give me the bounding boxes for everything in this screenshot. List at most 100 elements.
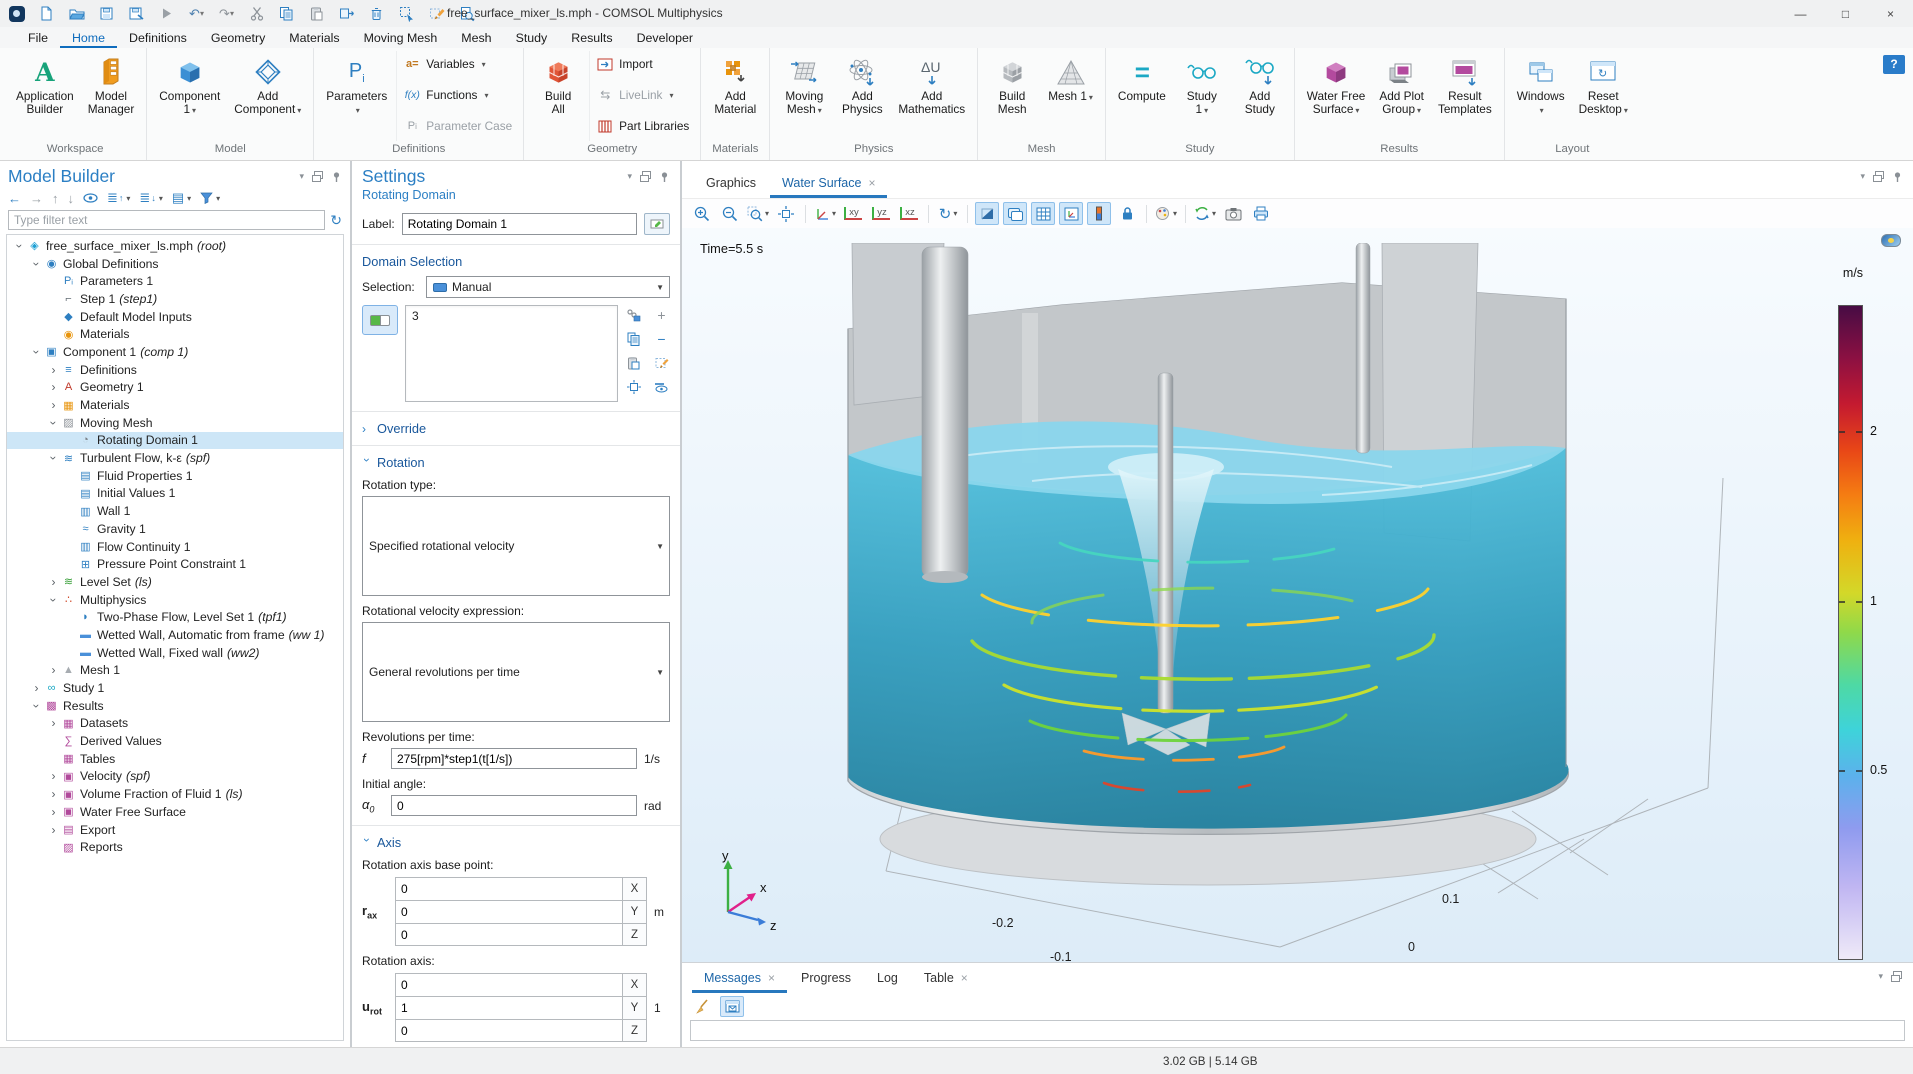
clear-messages-button[interactable] <box>690 996 714 1017</box>
view-thumbnail-icon[interactable] <box>1881 234 1901 247</box>
float-panel-icon[interactable] <box>1872 170 1885 183</box>
tree-item-pressure-point-constraint-1[interactable]: ⊞Pressure Point Constraint 1 <box>7 555 343 573</box>
view-xy-button[interactable]: xy <box>841 202 865 225</box>
save-to-model-manager-button[interactable] <box>128 5 145 22</box>
expand-icon[interactable]: › <box>47 787 60 801</box>
minimize-button[interactable]: — <box>1778 0 1823 27</box>
collapse-icon[interactable]: › <box>47 593 61 606</box>
menu-moving-mesh[interactable]: Moving Mesh <box>352 29 450 48</box>
zoom-box-button[interactable]: ▾ <box>746 202 770 225</box>
show-toggle-button[interactable] <box>83 193 98 203</box>
close-tab-icon[interactable]: × <box>961 971 968 985</box>
section-override[interactable]: ›Override <box>362 421 670 436</box>
node-text-button[interactable]: ▤▾ <box>172 190 191 206</box>
delete-button[interactable] <box>368 5 385 22</box>
tree-item-water-free-surface[interactable]: ›▣Water Free Surface <box>7 803 343 821</box>
add-study-button[interactable]: AddStudy <box>1231 51 1289 141</box>
study-1-button[interactable]: Study1▾ <box>1173 51 1231 141</box>
model-manager-button[interactable]: ModelManager <box>81 51 142 141</box>
tree-item-derived-values[interactable]: ∑Derived Values <box>7 732 343 750</box>
menu-definitions[interactable]: Definitions <box>117 29 199 48</box>
parameters-button[interactable]: Pi Parameters▾ <box>319 51 394 141</box>
menu-materials[interactable]: Materials <box>277 29 351 48</box>
close-button[interactable]: × <box>1868 0 1913 27</box>
add-material-button[interactable]: AddMaterial <box>706 51 764 141</box>
axis-orientation-toggle[interactable] <box>1059 202 1083 225</box>
view-yz-button[interactable]: yz <box>869 202 893 225</box>
import-button[interactable]: Import <box>596 55 689 73</box>
initial-angle-input[interactable] <box>391 795 637 816</box>
save-button[interactable] <box>98 5 115 22</box>
menu-home[interactable]: Home <box>60 29 117 48</box>
zoom-in-button[interactable] <box>690 202 714 225</box>
filter-button[interactable]: ▾ <box>200 192 220 204</box>
tree-item-two-phase-flow-level-set-1[interactable]: ◗Two-Phase Flow, Level Set 1(tpf1) <box>7 608 343 626</box>
tree-item-default-model-inputs[interactable]: ◆Default Model Inputs <box>7 308 343 326</box>
tree-item-geometry-1[interactable]: ›AGeometry 1 <box>7 379 343 397</box>
tree-item-tables[interactable]: ▦Tables <box>7 750 343 768</box>
functions-button[interactable]: f(x)Functions▾ <box>403 86 512 104</box>
base-point-x-input[interactable] <box>395 877 623 900</box>
expand-icon[interactable]: › <box>47 380 60 394</box>
livelink-button[interactable]: ⇆LiveLink▾ <box>596 86 689 104</box>
windows-button[interactable]: Windows▾ <box>1510 51 1572 141</box>
tab-graphics[interactable]: Graphics <box>694 169 768 198</box>
rotation-axis-z-input[interactable] <box>395 1019 623 1042</box>
base-point-z-input[interactable] <box>395 923 623 946</box>
forward-button[interactable]: → <box>30 191 43 206</box>
collapse-icon[interactable]: › <box>47 452 61 465</box>
go-to-view-button[interactable]: ▾ <box>813 202 837 225</box>
tree-item-mesh-1[interactable]: ›▲Mesh 1 <box>7 662 343 680</box>
image-appearance-button[interactable]: ▾ <box>1154 202 1178 225</box>
environment-reflections-button[interactable]: ▾ <box>1193 202 1217 225</box>
add-mathematics-button[interactable]: ΔU AddMathematics <box>891 51 972 141</box>
pin-panel-icon[interactable] <box>1892 171 1903 183</box>
hide-selection-icon[interactable] <box>653 379 670 394</box>
copy-selection-icon[interactable] <box>625 331 642 346</box>
menu-results[interactable]: Results <box>559 29 624 48</box>
collapse-all-button[interactable]: ≣↑▾ <box>107 190 130 206</box>
expand-icon[interactable]: › <box>47 575 60 589</box>
expand-icon[interactable]: › <box>47 663 60 677</box>
tree-item-definitions[interactable]: ›≡Definitions <box>7 361 343 379</box>
open-file-button[interactable] <box>68 5 85 22</box>
component-1-button[interactable]: Component1▾ <box>152 51 227 141</box>
tree-item-fluid-properties-1[interactable]: ▤Fluid Properties 1 <box>7 467 343 485</box>
clear-selection-button[interactable] <box>428 5 445 22</box>
color-legend-toggle[interactable] <box>1087 202 1111 225</box>
duplicate-button[interactable] <box>338 5 355 22</box>
collapse-icon[interactable]: › <box>30 257 44 270</box>
view-lock-button[interactable] <box>1115 202 1139 225</box>
paste-button[interactable] <box>308 5 325 22</box>
run-button[interactable] <box>158 5 175 22</box>
variables-button[interactable]: a=Variables▾ <box>403 55 512 73</box>
snapshot-button[interactable] <box>1221 202 1245 225</box>
grid-toggle[interactable] <box>1031 202 1055 225</box>
label-input[interactable] <box>402 213 637 235</box>
move-down-button[interactable]: ↓ <box>68 191 75 206</box>
tree-item-component-1[interactable]: ›▣Component 1(comp 1) <box>7 343 343 361</box>
show-messages-on-new-button[interactable] <box>720 996 744 1017</box>
tree-item-wetted-wall-automatic-from-frame[interactable]: ▬Wetted Wall, Automatic from frame(ww 1) <box>7 626 343 644</box>
tree-item-multiphysics[interactable]: ›∴Multiphysics <box>7 591 343 609</box>
rename-button[interactable] <box>644 213 670 235</box>
expand-icon[interactable]: › <box>47 716 60 730</box>
menu-developer[interactable]: Developer <box>625 29 705 48</box>
compute-button[interactable]: = Compute <box>1111 51 1173 141</box>
tree-item-level-set[interactable]: ›≋Level Set(ls) <box>7 573 343 591</box>
tab-table[interactable]: Table× <box>912 964 980 993</box>
close-tab-icon[interactable]: × <box>868 176 875 190</box>
tree-item-initial-values-1[interactable]: ▤Initial Values 1 <box>7 485 343 503</box>
copy-button[interactable] <box>278 5 295 22</box>
result-templates-button[interactable]: ResultTemplates <box>1431 51 1499 141</box>
parameter-case-button[interactable]: PiParameter Case <box>403 117 512 135</box>
float-panel-icon[interactable] <box>311 170 324 183</box>
panel-menu-icon[interactable]: ▾ <box>1860 171 1865 182</box>
tree-item-turbulent-flow-k[interactable]: ›≋Turbulent Flow, k-ε(spf) <box>7 449 343 467</box>
menu-study[interactable]: Study <box>504 29 560 48</box>
close-tab-icon[interactable]: × <box>768 971 775 985</box>
collapse-icon[interactable]: › <box>47 416 61 429</box>
tab-progress[interactable]: Progress <box>789 964 863 993</box>
base-point-y-input[interactable] <box>395 900 623 923</box>
float-panel-icon[interactable] <box>639 170 652 183</box>
